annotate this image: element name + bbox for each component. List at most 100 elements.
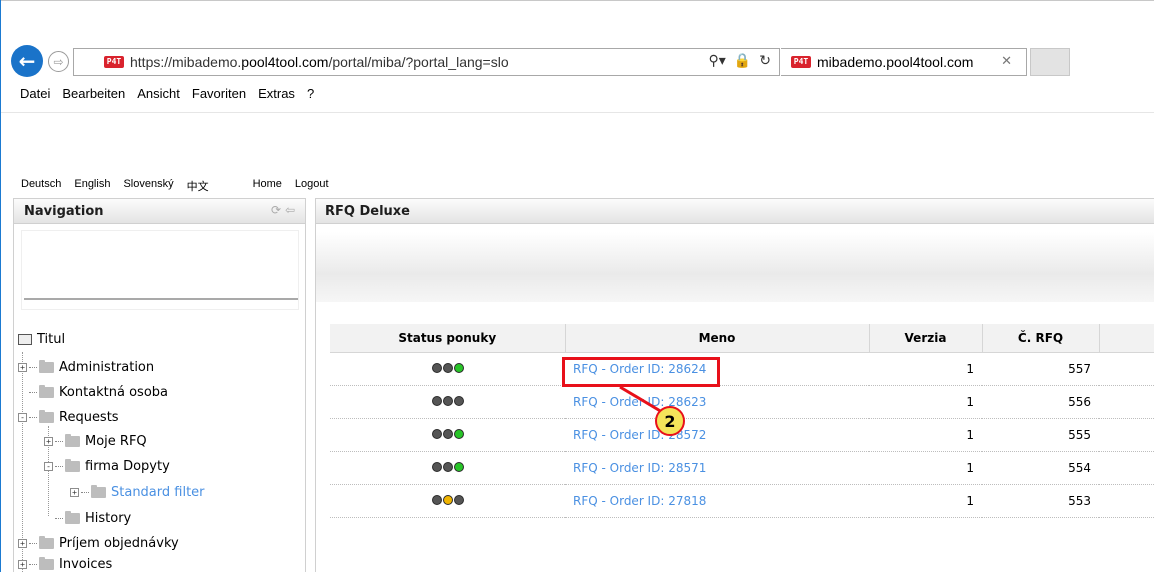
address-bar[interactable]: P4T https://mibademo.pool4tool.com/porta… xyxy=(73,48,780,76)
main-panel-title: RFQ Deluxe xyxy=(325,204,410,219)
lang-slovensky[interactable]: Slovenský xyxy=(123,178,173,194)
menu-datei[interactable]: Datei xyxy=(20,86,50,104)
tree-item-moje-rfq[interactable]: + Moje RFQ xyxy=(44,431,147,451)
menu-extras[interactable]: Extras xyxy=(258,86,295,104)
rfq-number-cell: 557 xyxy=(982,352,1099,386)
url-prefix: https://mibademo. xyxy=(130,54,242,70)
tree-connector xyxy=(81,491,89,493)
logout-link[interactable]: Logout xyxy=(295,178,329,194)
header-verzia[interactable]: Verzia xyxy=(869,324,983,353)
collapse-icon[interactable]: - xyxy=(44,461,53,471)
tree-connector xyxy=(55,465,63,467)
tree-item-requests[interactable]: - Requests xyxy=(18,407,119,427)
status-cell xyxy=(330,385,565,419)
status-light xyxy=(431,395,442,406)
tree-item-kontaktna-osoba[interactable]: Kontaktná osoba xyxy=(29,382,168,402)
tree-connector xyxy=(29,366,37,368)
close-icon[interactable]: ✕ xyxy=(1001,54,1012,69)
rfq-link[interactable]: RFQ - Order ID: 27818 xyxy=(573,494,706,508)
tree-item-label: Moje RFQ xyxy=(85,433,147,449)
status-light xyxy=(453,428,464,439)
tree-item-label: History xyxy=(85,510,132,526)
status-light xyxy=(442,362,453,373)
status-light xyxy=(431,494,442,505)
search-icon[interactable]: ⚲▾ xyxy=(709,53,726,69)
tree-item-firma-dopyty[interactable]: - firma Dopyty xyxy=(44,456,170,476)
traffic-light-icon xyxy=(431,395,464,406)
url-path: /portal/miba/?portal_lang=slo xyxy=(328,54,509,70)
tree-item-invoices[interactable]: + Invoices xyxy=(18,556,112,572)
traffic-light-icon xyxy=(431,494,464,505)
folder-icon xyxy=(39,535,54,549)
status-light xyxy=(453,395,464,406)
url-text[interactable]: https://mibademo.pool4tool.com/portal/mi… xyxy=(130,54,509,70)
lang-chinese[interactable]: 中文 xyxy=(187,178,209,194)
traffic-light-icon xyxy=(431,428,464,439)
header-extra xyxy=(1099,324,1154,353)
folder-icon xyxy=(39,556,54,570)
meno-cell: RFQ - Order ID: 28571 xyxy=(565,451,869,485)
callout-number-badge: 2 xyxy=(655,406,685,436)
window-edge xyxy=(0,0,1,572)
lock-icon[interactable]: 🔒 xyxy=(734,53,751,69)
tree-item-prijem-objednavky[interactable]: + Príjem objednávky xyxy=(18,533,179,553)
refresh-icon[interactable]: ⟳ xyxy=(271,203,281,217)
rfq-number-cell: 555 xyxy=(982,418,1099,452)
collapse-arrow-icon[interactable]: ⇦ xyxy=(285,203,295,217)
rfq-link[interactable]: RFQ - Order ID: 28571 xyxy=(573,461,706,475)
tree-item-administration[interactable]: + Administration xyxy=(18,357,154,377)
browser-tab[interactable]: P4T mibademo.pool4tool.com ✕ xyxy=(781,48,1027,76)
rfq-link[interactable]: RFQ - Order ID: 28572 xyxy=(573,428,706,442)
tree-item-label: firma Dopyty xyxy=(85,458,170,474)
lang-english[interactable]: English xyxy=(74,178,110,194)
rfq-number-cell: 556 xyxy=(982,385,1099,419)
tree-item-history[interactable]: History xyxy=(55,508,131,528)
verzia-cell: 1 xyxy=(869,451,982,485)
rfq-number-cell: 553 xyxy=(982,484,1099,518)
menu-bearbeiten[interactable]: Bearbeiten xyxy=(62,86,125,104)
table-row[interactable]: RFQ - Order ID: 27818 1 553 xyxy=(330,484,1154,518)
folder-icon xyxy=(65,458,80,472)
expand-icon[interactable]: + xyxy=(44,436,53,446)
expand-icon[interactable]: + xyxy=(18,362,27,372)
url-domain: pool4tool.com xyxy=(241,54,329,70)
expand-icon[interactable]: + xyxy=(70,487,79,497)
header-rfq-number[interactable]: Č. RFQ xyxy=(982,324,1100,353)
back-arrow-icon[interactable]: ← xyxy=(11,45,43,77)
site-favicon-icon: P4T xyxy=(104,56,124,68)
meno-cell: RFQ - Order ID: 27818 xyxy=(565,484,869,518)
main-panel-header: RFQ Deluxe xyxy=(315,198,1154,224)
table-row[interactable]: RFQ - Order ID: 28572 1 555 xyxy=(330,418,1154,452)
extra-cell xyxy=(1099,451,1154,485)
home-link[interactable]: Home xyxy=(253,178,282,194)
extra-cell xyxy=(1099,418,1154,452)
lang-deutsch[interactable]: Deutsch xyxy=(21,178,61,194)
table-row[interactable]: RFQ - Order ID: 28624 1 557 xyxy=(330,352,1154,386)
menu-favoriten[interactable]: Favoriten xyxy=(192,86,246,104)
address-bar-icons: ⚲▾ 🔒 ↻ xyxy=(709,53,771,69)
table-row[interactable]: RFQ - Order ID: 28623 1 556 xyxy=(330,385,1154,419)
expand-icon[interactable]: + xyxy=(18,538,27,548)
menu-bar: Datei Bearbeiten Ansicht Favoriten Extra… xyxy=(0,86,326,104)
collapse-icon[interactable]: - xyxy=(18,412,27,422)
header-meno[interactable]: Meno xyxy=(565,324,870,353)
browser-chrome: ← ⇨ P4T https://mibademo.pool4tool.com/p… xyxy=(0,0,1154,113)
tree-root[interactable]: Titul xyxy=(18,332,65,347)
header-status[interactable]: Status ponuky xyxy=(330,324,566,353)
callout-highlight-box xyxy=(562,357,720,387)
rfq-link[interactable]: RFQ - Order ID: 28623 xyxy=(573,395,706,409)
forward-arrow-icon[interactable]: ⇨ xyxy=(48,51,69,72)
table-row[interactable]: RFQ - Order ID: 28571 1 554 xyxy=(330,451,1154,485)
tree-item-label: Standard filter xyxy=(111,484,205,500)
tree-connector xyxy=(55,517,63,519)
tree-item-standard-filter[interactable]: + Standard filter xyxy=(70,482,205,502)
expand-icon[interactable]: + xyxy=(18,559,27,569)
new-tab-button[interactable] xyxy=(1030,48,1070,76)
folder-icon xyxy=(91,484,106,498)
menu-ansicht[interactable]: Ansicht xyxy=(137,86,180,104)
root-folder-icon xyxy=(18,334,32,345)
refresh-icon[interactable]: ↻ xyxy=(759,53,771,69)
tab-title: mibademo.pool4tool.com xyxy=(817,54,974,70)
menu-help[interactable]: ? xyxy=(307,86,314,104)
main-panel-toolbar xyxy=(316,232,1154,302)
